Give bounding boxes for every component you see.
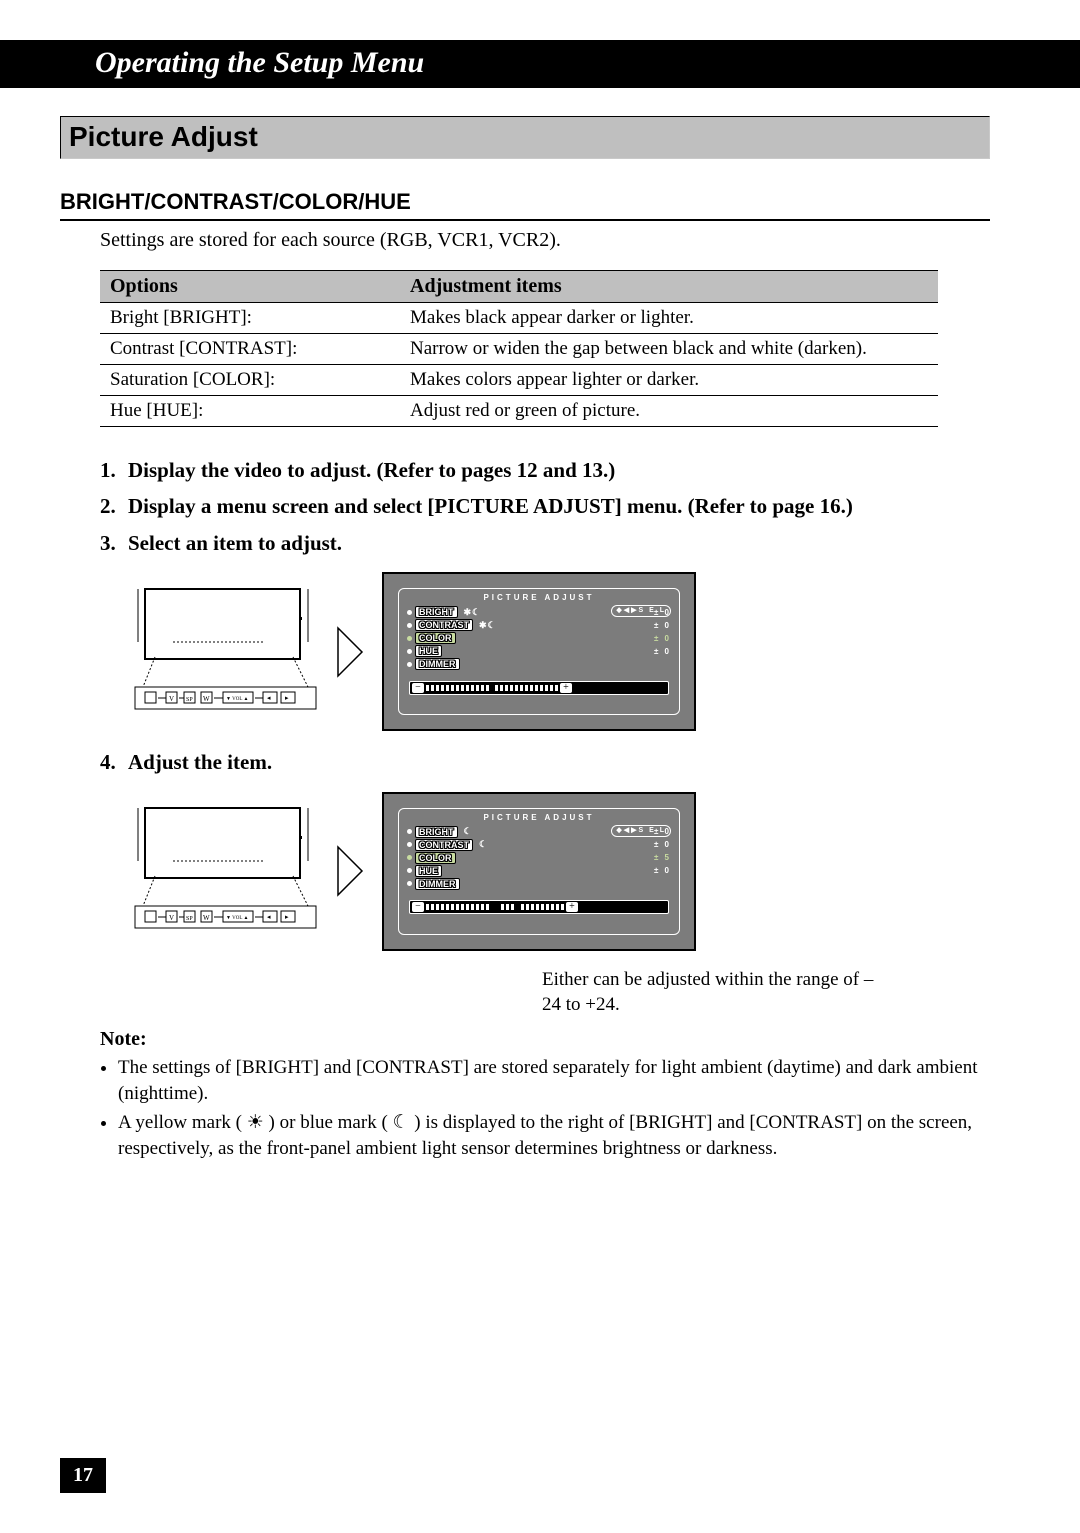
page-number: 17: [60, 1458, 106, 1493]
osd-screen-1: PICTURE ADJUST ◆◀▶S E L BRIGHT✱☾± 0CONTR…: [382, 572, 696, 731]
options-table: Options Adjustment items Bright [BRIGHT]…: [100, 270, 938, 427]
note-item: The settings of [BRIGHT] and [CONTRAST] …: [118, 1055, 990, 1106]
svg-text:SP: SP: [186, 916, 193, 922]
steps-list: Display the video to adjust. (Refer to p…: [100, 455, 990, 1018]
svg-text:W: W: [203, 695, 210, 703]
table-row: Saturation [COLOR]:Makes colors appear l…: [100, 365, 938, 396]
chapter-title-band: Operating the Setup Menu: [0, 40, 1080, 88]
osd-slider: −+: [409, 681, 669, 695]
svg-text:▸: ▸: [285, 913, 289, 921]
arrow-icon: [336, 626, 364, 678]
range-caption: Either can be adjusted within the range …: [542, 967, 882, 1018]
svg-text:▼ VOL ▲: ▼ VOL ▲: [226, 916, 248, 921]
device-illustration: V SP W ▼ VOL ▲ ◂ ▸: [133, 587, 318, 717]
notes-list: The settings of [BRIGHT] and [CONTRAST] …: [100, 1055, 990, 1162]
table-header-options: Options: [100, 271, 400, 303]
step-2: Display a menu screen and select [PICTUR…: [100, 491, 990, 521]
device-illustration: V SP W ▼ VOL ▲ ◂ ▸: [133, 806, 318, 936]
chapter-title: Operating the Setup Menu: [95, 46, 1020, 80]
section-title: Picture Adjust: [69, 121, 981, 153]
svg-text:▸: ▸: [285, 694, 289, 702]
figure-row-2: V SP W ▼ VOL ▲ ◂ ▸ PICTURE: [133, 792, 990, 951]
note-heading: Note:: [100, 1028, 990, 1051]
svg-text:▼ VOL ▲: ▼ VOL ▲: [226, 697, 248, 702]
step-3: Select an item to adjust. V SP W: [100, 528, 990, 731]
svg-text:◂: ◂: [267, 694, 271, 702]
section-bar: Picture Adjust: [60, 116, 990, 159]
osd-slider: −+: [409, 900, 669, 914]
table-row: Contrast [CONTRAST]:Narrow or widen the …: [100, 334, 938, 365]
svg-text:SP: SP: [186, 697, 193, 703]
table-row: Hue [HUE]:Adjust red or green of picture…: [100, 396, 938, 427]
svg-text:V: V: [169, 695, 174, 703]
svg-text:V: V: [169, 914, 174, 922]
arrow-icon: [336, 845, 364, 897]
intro-text: Settings are stored for each source (RGB…: [100, 229, 990, 252]
step-4: Adjust the item. V SP W: [100, 747, 990, 1018]
subsection-heading: BRIGHT/CONTRAST/COLOR/HUE: [60, 189, 990, 221]
figure-row-1: V SP W ▼ VOL ▲ ◂ ▸ PICTURE: [133, 572, 990, 731]
svg-text:◂: ◂: [267, 913, 271, 921]
osd-sel-hint: ◆◀▶S E L: [611, 825, 671, 837]
step-1: Display the video to adjust. (Refer to p…: [100, 455, 990, 485]
osd-title: PICTURE ADJUST: [399, 809, 679, 826]
osd-title: PICTURE ADJUST: [399, 589, 679, 606]
osd-screen-2: PICTURE ADJUST ◆◀▶S E L BRIGHT☾± 0CONTRA…: [382, 792, 696, 951]
svg-text:W: W: [203, 914, 210, 922]
note-item: A yellow mark ( ☀ ) or blue mark ( ☾ ) i…: [118, 1110, 990, 1161]
table-row: Bright [BRIGHT]:Makes black appear darke…: [100, 303, 938, 334]
table-header-adjustment: Adjustment items: [400, 271, 938, 303]
osd-sel-hint: ◆◀▶S E L: [611, 605, 671, 617]
